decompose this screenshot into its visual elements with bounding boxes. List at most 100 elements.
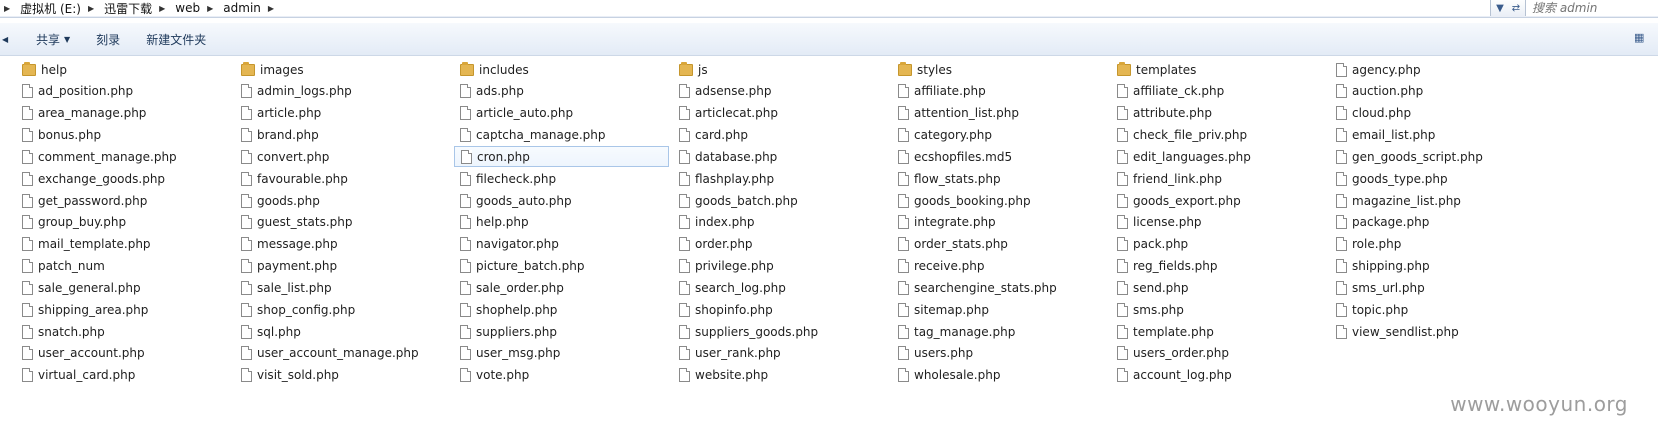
file-item[interactable]: payment.php: [235, 256, 454, 277]
file-item[interactable]: website.php: [673, 365, 892, 386]
file-item[interactable]: mail_template.php: [16, 234, 235, 255]
folder-item[interactable]: includes: [454, 59, 673, 80]
file-item[interactable]: goods_auto.php: [454, 190, 673, 211]
chevron-right-icon[interactable]: ▶: [203, 4, 217, 13]
chevron-right-icon[interactable]: ▶: [84, 4, 98, 13]
folder-item[interactable]: js: [673, 59, 892, 80]
file-item[interactable]: user_account.php: [16, 343, 235, 364]
breadcrumb-item-downloads[interactable]: 迅雷下载 ▶: [98, 0, 169, 17]
file-item[interactable]: sale_list.php: [235, 277, 454, 298]
file-item[interactable]: captcha_manage.php: [454, 125, 673, 146]
file-item[interactable]: package.php: [1330, 212, 1549, 233]
file-item[interactable]: gen_goods_script.php: [1330, 146, 1549, 167]
file-item[interactable]: integrate.php: [892, 212, 1111, 233]
file-item[interactable]: search_log.php: [673, 277, 892, 298]
file-item[interactable]: friend_link.php: [1111, 168, 1330, 189]
file-item[interactable]: comment_manage.php: [16, 146, 235, 167]
file-item[interactable]: goods.php: [235, 190, 454, 211]
file-item[interactable]: sale_order.php: [454, 277, 673, 298]
file-item[interactable]: suppliers.php: [454, 321, 673, 342]
file-item[interactable]: convert.php: [235, 146, 454, 167]
file-item[interactable]: check_file_priv.php: [1111, 125, 1330, 146]
file-item[interactable]: attention_list.php: [892, 103, 1111, 124]
file-item[interactable]: visit_sold.php: [235, 365, 454, 386]
file-item[interactable]: group_buy.php: [16, 212, 235, 233]
file-item[interactable]: admin_logs.php: [235, 81, 454, 102]
file-item[interactable]: magazine_list.php: [1330, 190, 1549, 211]
file-item[interactable]: brand.php: [235, 125, 454, 146]
folder-item[interactable]: templates: [1111, 59, 1330, 80]
file-item[interactable]: vote.php: [454, 365, 673, 386]
breadcrumb-root-chevron[interactable]: ▶: [0, 4, 14, 13]
file-item[interactable]: template.php: [1111, 321, 1330, 342]
file-item[interactable]: shop_config.php: [235, 299, 454, 320]
file-item[interactable]: flow_stats.php: [892, 168, 1111, 189]
new-folder-button[interactable]: 新建文件夹: [138, 29, 214, 50]
file-item[interactable]: privilege.php: [673, 256, 892, 277]
file-item[interactable]: article.php: [235, 103, 454, 124]
file-item[interactable]: users_order.php: [1111, 343, 1330, 364]
folder-item[interactable]: images: [235, 59, 454, 80]
file-item[interactable]: goods_export.php: [1111, 190, 1330, 211]
file-item[interactable]: shipping.php: [1330, 256, 1549, 277]
breadcrumb-item-web[interactable]: web ▶: [169, 1, 217, 15]
file-item[interactable]: snatch.php: [16, 321, 235, 342]
file-item[interactable]: user_account_manage.php: [235, 343, 454, 364]
file-item[interactable]: bonus.php: [16, 125, 235, 146]
file-item[interactable]: send.php: [1111, 277, 1330, 298]
address-dropdown-icon[interactable]: ▼: [1492, 1, 1508, 15]
file-item[interactable]: cron.php: [454, 146, 669, 168]
search-box[interactable]: [1525, 0, 1658, 16]
file-item[interactable]: shopinfo.php: [673, 299, 892, 320]
file-item[interactable]: order_stats.php: [892, 234, 1111, 255]
file-item[interactable]: pack.php: [1111, 234, 1330, 255]
file-item[interactable]: picture_batch.php: [454, 256, 673, 277]
file-item[interactable]: agency.php: [1330, 59, 1549, 80]
file-item[interactable]: searchengine_stats.php: [892, 277, 1111, 298]
breadcrumb-item-drive[interactable]: 虚拟机 (E:) ▶: [14, 0, 98, 17]
file-item[interactable]: articlecat.php: [673, 103, 892, 124]
folder-item[interactable]: styles: [892, 59, 1111, 80]
file-item[interactable]: category.php: [892, 125, 1111, 146]
refresh-icon[interactable]: ⇄: [1508, 1, 1524, 15]
file-item[interactable]: ecshopfiles.md5: [892, 146, 1111, 167]
share-button[interactable]: 共享 ▼: [28, 29, 78, 50]
file-item[interactable]: receive.php: [892, 256, 1111, 277]
file-item[interactable]: favourable.php: [235, 168, 454, 189]
file-item[interactable]: adsense.php: [673, 81, 892, 102]
file-item[interactable]: topic.php: [1330, 299, 1549, 320]
chevron-right-icon[interactable]: ▶: [264, 4, 278, 13]
file-item[interactable]: shipping_area.php: [16, 299, 235, 320]
file-item[interactable]: filecheck.php: [454, 168, 673, 189]
file-item[interactable]: index.php: [673, 212, 892, 233]
file-item[interactable]: sitemap.php: [892, 299, 1111, 320]
file-item[interactable]: view_sendlist.php: [1330, 321, 1549, 342]
file-item[interactable]: sms_url.php: [1330, 277, 1549, 298]
file-item[interactable]: license.php: [1111, 212, 1330, 233]
file-item[interactable]: goods_booking.php: [892, 190, 1111, 211]
file-item[interactable]: goods_type.php: [1330, 168, 1549, 189]
file-item[interactable]: sale_general.php: [16, 277, 235, 298]
file-item[interactable]: area_manage.php: [16, 103, 235, 124]
view-options-icon[interactable]: ▦: [1634, 31, 1648, 45]
file-item[interactable]: get_password.php: [16, 190, 235, 211]
file-item[interactable]: flashplay.php: [673, 168, 892, 189]
chevron-right-icon[interactable]: ▶: [155, 4, 169, 13]
file-item[interactable]: role.php: [1330, 234, 1549, 255]
file-item[interactable]: user_rank.php: [673, 343, 892, 364]
file-item[interactable]: message.php: [235, 234, 454, 255]
file-item[interactable]: sms.php: [1111, 299, 1330, 320]
file-item[interactable]: wholesale.php: [892, 365, 1111, 386]
file-item[interactable]: edit_languages.php: [1111, 146, 1330, 167]
file-item[interactable]: guest_stats.php: [235, 212, 454, 233]
file-item[interactable]: user_msg.php: [454, 343, 673, 364]
file-item[interactable]: cloud.php: [1330, 103, 1549, 124]
burn-button[interactable]: 刻录: [88, 29, 128, 50]
breadcrumb[interactable]: ▶ 虚拟机 (E:) ▶ 迅雷下载 ▶ web ▶ admin ▶: [0, 0, 1491, 16]
file-item[interactable]: card.php: [673, 125, 892, 146]
file-item[interactable]: database.php: [673, 146, 892, 167]
file-item[interactable]: sql.php: [235, 321, 454, 342]
file-item[interactable]: virtual_card.php: [16, 365, 235, 386]
file-item[interactable]: ads.php: [454, 81, 673, 102]
file-item[interactable]: affiliate.php: [892, 81, 1111, 102]
